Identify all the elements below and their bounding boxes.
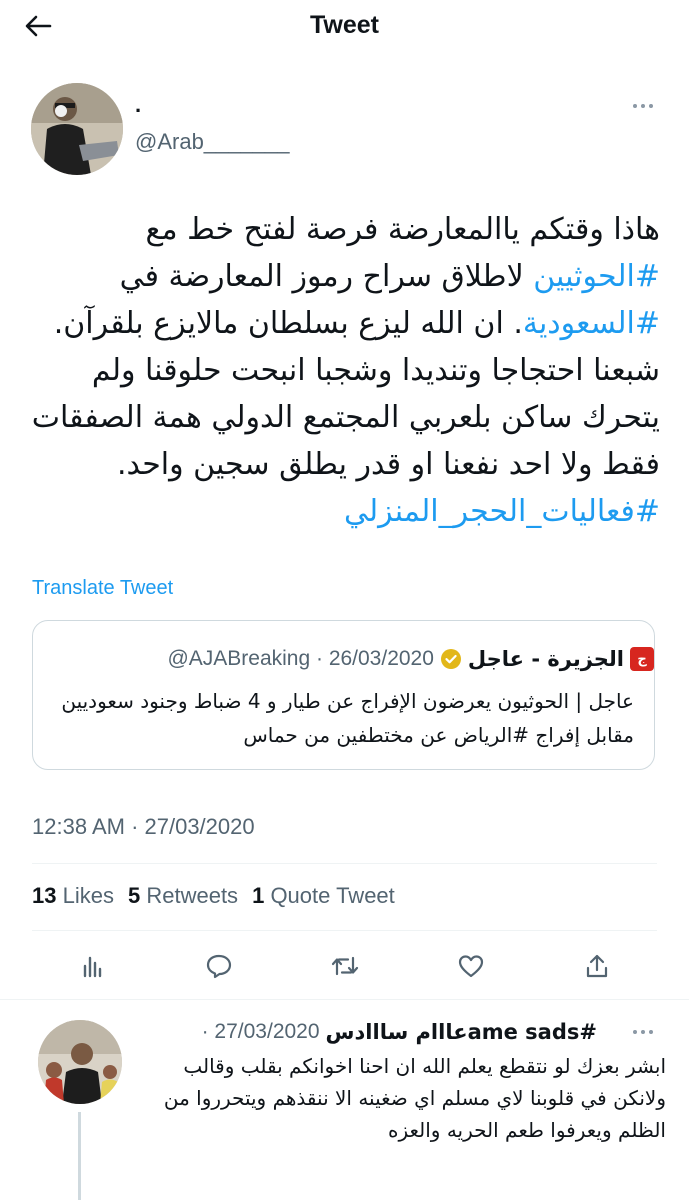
quotes-label: Quote Tweet <box>270 883 395 908</box>
quotes-stat[interactable]: 1 Quote Tweet <box>252 881 395 911</box>
dot-icon <box>633 104 637 108</box>
quoted-handle-date: @AJABreaking · 26/03/2020 <box>167 647 434 670</box>
author-avatar[interactable] <box>31 83 123 175</box>
author-name[interactable]: . <box>135 94 141 116</box>
hashtag-link[interactable]: #الحوثيين <box>533 259 660 294</box>
divider <box>32 930 657 931</box>
tweet-text-segment: هاذا وقتكم ياالمعارضة فرصة لفتح خط مع <box>145 212 661 247</box>
hashtag-link[interactable]: #فعاليات_الحجر_المنزلي <box>344 494 660 529</box>
reply-text: ابشر بعزك لو نتقطع يعلم الله ان احنا اخو… <box>163 1054 666 1142</box>
likes-count: 13 <box>32 883 57 908</box>
analytics-icon <box>83 956 102 978</box>
tweet-text-segment: لاطلاق سراح رموز المعارضة في <box>119 259 534 294</box>
page-title: Tweet <box>310 11 379 39</box>
retweet-button[interactable] <box>325 946 365 986</box>
dot-icon <box>649 1030 653 1034</box>
dot-icon <box>649 104 653 108</box>
quoted-author-name: الجزيرة - عاجل <box>467 647 624 671</box>
aljazeera-logo-icon: ج <box>630 647 654 671</box>
tweet-text: هاذا وقتكم ياالمعارضة فرصة لفتح خط مع #ا… <box>30 206 660 535</box>
dot-icon <box>633 1030 637 1034</box>
share-icon <box>586 954 608 978</box>
reply-author-avatar[interactable] <box>38 1020 122 1104</box>
share-button[interactable] <box>577 946 617 986</box>
analytics-button[interactable] <box>73 946 113 986</box>
like-button[interactable] <box>451 946 491 986</box>
reply-header: #ame sadsعااام سااادس · 27/03/2020 <box>202 1016 597 1048</box>
back-arrow-icon <box>25 15 52 37</box>
dot-icon <box>641 104 645 108</box>
avatar-photo <box>38 1020 122 1104</box>
hashtag-link[interactable]: #السعودية <box>523 306 660 341</box>
quoted-tweet-header: ج الجزيرة - عاجل @AJABreaking · 26/03/20… <box>167 643 654 675</box>
reply-icon <box>206 954 232 979</box>
tweet-actions-bar <box>30 940 660 992</box>
reply-more-options-button[interactable] <box>626 1022 660 1042</box>
reply-date[interactable]: · 27/03/2020 <box>202 1020 320 1044</box>
verified-badge-icon <box>440 649 461 669</box>
divider <box>32 863 657 864</box>
tweet-timestamp[interactable]: 12:38 AM · 27/03/2020 <box>32 812 255 842</box>
likes-label: Likes <box>62 883 114 908</box>
reply-button[interactable] <box>199 946 239 986</box>
back-button[interactable] <box>18 8 58 44</box>
translate-tweet-link[interactable]: Translate Tweet <box>32 574 173 602</box>
retweet-icon <box>331 956 359 976</box>
dot-icon <box>641 1030 645 1034</box>
retweets-stat[interactable]: 5 Retweets <box>128 881 238 911</box>
engagement-stats: 13 Likes 5 Retweets 1 Quote Tweet <box>32 881 395 911</box>
top-bar: Tweet <box>0 0 689 52</box>
like-icon <box>458 955 484 978</box>
retweets-label: Retweets <box>146 883 239 908</box>
reply-author-name[interactable]: #ame sadsعااام سااادس <box>326 1020 597 1044</box>
likes-stat[interactable]: 13 Likes <box>32 881 114 911</box>
quotes-count: 1 <box>252 883 265 908</box>
divider <box>0 999 689 1000</box>
avatar-photo <box>31 83 123 175</box>
author-handle[interactable]: @Arab_______ <box>135 128 289 156</box>
quoted-tweet-text: عاجل | الحوثيون يعرضون الإفراج عن طيار و… <box>61 689 634 747</box>
more-options-button[interactable] <box>626 96 660 116</box>
thread-connector-line <box>78 1112 81 1200</box>
retweets-count: 5 <box>127 883 141 908</box>
